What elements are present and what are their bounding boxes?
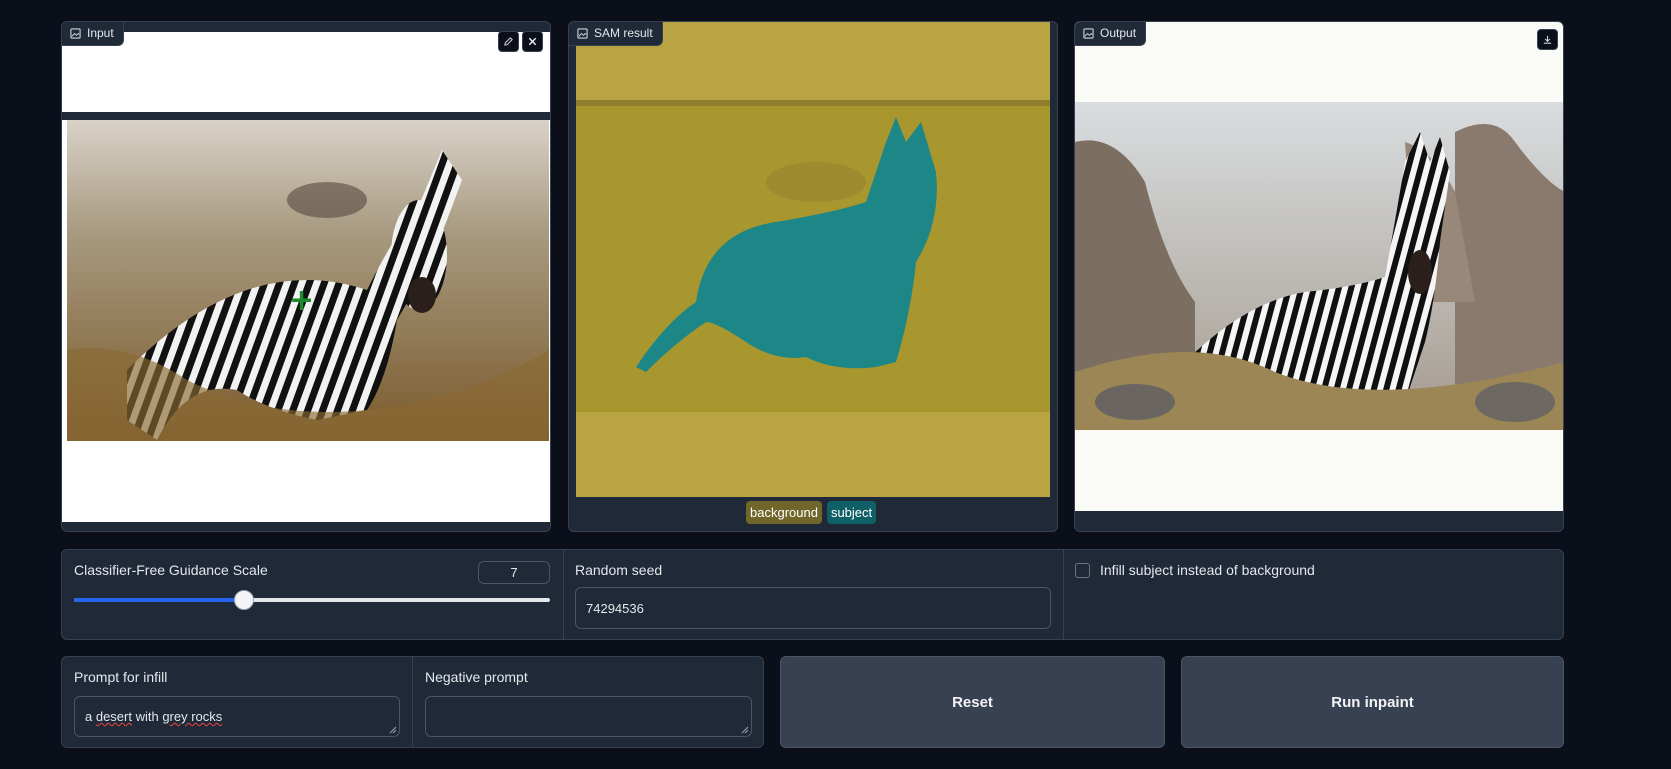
seed-label: Random seed: [575, 562, 663, 578]
divider: [412, 657, 413, 747]
prompt-value: a desert with grey rocks: [85, 709, 223, 724]
input-canvas[interactable]: +: [62, 32, 550, 522]
sam-label-chip: SAM result: [569, 22, 663, 46]
negative-prompt-label: Negative prompt: [425, 669, 528, 685]
cfg-slider-fill: [74, 598, 244, 602]
controls-row: Classifier-Free Guidance Scale 7 Random …: [61, 549, 1564, 640]
output-panel: Output: [1074, 21, 1564, 532]
output-zebra-image: [1075, 102, 1563, 430]
run-inpaint-button[interactable]: Run inpaint: [1181, 656, 1564, 748]
prompt-label: Prompt for infill: [74, 669, 168, 685]
download-button[interactable]: [1537, 29, 1558, 50]
image-icon: [577, 27, 588, 39]
resize-grip-icon[interactable]: [741, 726, 749, 734]
seed-value: 74294536: [586, 600, 644, 616]
input-label-chip: Input: [62, 22, 124, 46]
divider: [563, 550, 564, 639]
close-button[interactable]: [522, 31, 543, 52]
cfg-value-input[interactable]: 7: [478, 561, 550, 584]
output-label: Output: [1100, 26, 1137, 40]
download-icon: [1543, 35, 1552, 44]
output-canvas: [1075, 22, 1563, 511]
seed-input[interactable]: 74294536: [575, 587, 1051, 629]
prompt-panel: Prompt for infill a desert with grey roc…: [61, 656, 764, 748]
negative-prompt-textarea[interactable]: [425, 696, 752, 737]
legend-background: background: [746, 501, 822, 524]
infill-subject-label[interactable]: Infill subject instead of background: [1100, 562, 1315, 578]
prompt-textarea[interactable]: a desert with grey rocks: [74, 696, 400, 737]
cfg-value: 7: [510, 565, 518, 580]
svg-text:+: +: [289, 283, 314, 318]
cfg-label: Classifier-Free Guidance Scale: [74, 562, 268, 578]
sam-label: SAM result: [594, 26, 653, 40]
image-icon: [1083, 27, 1094, 39]
infill-subject-checkbox[interactable]: [1075, 563, 1090, 578]
sam-result-image: [576, 22, 1050, 497]
image-icon: [70, 27, 81, 39]
sam-panel: SAM result background subject: [568, 21, 1058, 532]
input-zebra-image[interactable]: +: [67, 120, 549, 441]
input-label: Input: [87, 26, 114, 40]
legend-subject: subject: [826, 501, 877, 524]
pencil-icon: [504, 37, 513, 46]
resize-grip-icon[interactable]: [389, 726, 397, 734]
cfg-slider-thumb[interactable]: [234, 590, 254, 610]
sam-legend: background subject: [746, 501, 877, 524]
reset-button[interactable]: Reset: [780, 656, 1165, 748]
divider: [1063, 550, 1064, 639]
output-label-chip: Output: [1075, 22, 1147, 46]
edit-button[interactable]: [498, 31, 519, 52]
input-panel: Input +: [61, 21, 551, 532]
close-icon: [528, 37, 537, 46]
